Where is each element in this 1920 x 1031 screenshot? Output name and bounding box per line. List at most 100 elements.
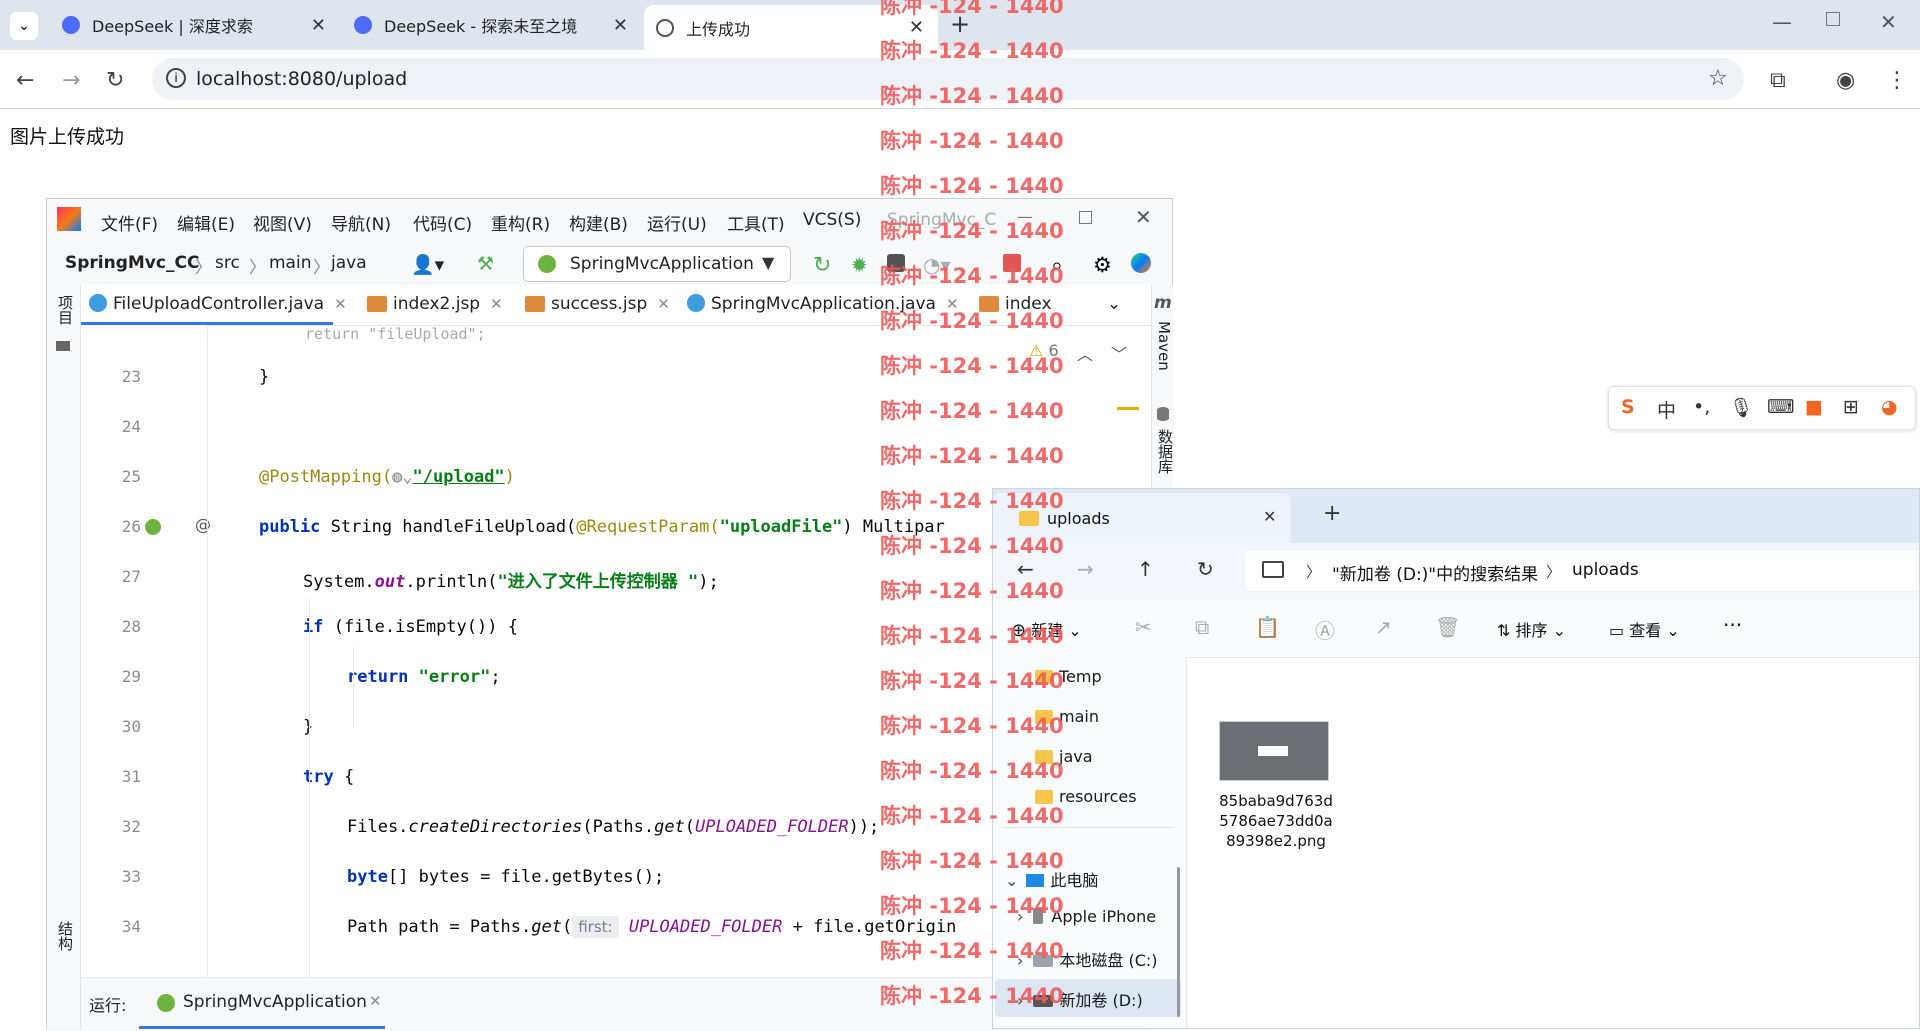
keyboard-icon[interactable]: ⌨ <box>1767 396 1794 418</box>
restore-icon[interactable] <box>1079 211 1092 224</box>
tool-structure[interactable]: 结构 <box>55 921 76 951</box>
grid-icon[interactable]: ⊞ <box>1843 396 1859 418</box>
minimize-icon[interactable]: — <box>1772 10 1792 34</box>
restore-icon[interactable] <box>1826 12 1840 26</box>
tool-database[interactable]: 数据库 <box>1155 429 1176 474</box>
breadcrumb-main[interactable]: main <box>269 253 311 273</box>
breadcrumb-src[interactable]: src <box>215 253 240 273</box>
path-segment-uploads[interactable]: uploads <box>1572 560 1639 580</box>
menu-run[interactable]: 运行(U) <box>647 210 707 235</box>
code-line-32[interactable]: Files.createDirectories(Paths.get(UPLOAD… <box>347 817 879 837</box>
chevron-down-icon[interactable]: ﹀ <box>1111 341 1127 365</box>
run-config-select[interactable]: SpringMvcApplication ▼ <box>523 246 791 282</box>
close-icon[interactable]: ✕ <box>613 15 628 36</box>
chevron-down-icon[interactable]: ⌄ <box>1107 294 1121 314</box>
browser-tab-1[interactable]: DeepSeek | 深度求索 ✕ <box>50 5 340 45</box>
tab-index2[interactable]: index2.jsp ✕ <box>367 294 503 314</box>
tool-maven[interactable]: Maven <box>1155 321 1173 371</box>
more-icon[interactable]: ··· <box>1723 613 1742 637</box>
breadcrumb-java[interactable]: java <box>331 253 367 273</box>
menu-icon[interactable]: ⋮ <box>1886 68 1908 93</box>
code-line-23[interactable]: } <box>259 367 269 387</box>
tab-fileuploadcontroller[interactable]: FileUploadController.java ✕ <box>89 294 347 314</box>
ime-lang-toggle[interactable]: 中 <box>1657 396 1676 423</box>
tool-project[interactable]: 项目 <box>55 295 76 325</box>
close-window-icon[interactable]: ✕ <box>1135 205 1152 229</box>
refresh-icon[interactable]: ↻ <box>1197 557 1214 581</box>
forward-icon[interactable]: → <box>1077 557 1094 581</box>
sort-button[interactable]: ⇅ 排序 ⌄ <box>1497 617 1566 641</box>
user-icon[interactable]: 👤▾ <box>411 253 444 276</box>
run-tab[interactable]: SpringMvcApplication <box>183 992 367 1012</box>
menu-edit[interactable]: 编辑(E) <box>177 210 235 235</box>
forward-icon[interactable]: → <box>62 68 80 93</box>
at-mapping-icon[interactable]: @ <box>195 515 211 534</box>
code-line-29[interactable]: return "error"; <box>347 667 501 687</box>
mascot-icon[interactable]: ◕ <box>1881 396 1898 418</box>
watermark-text: 陈冲 -124 - 1440 <box>880 669 1064 693</box>
copy-icon[interactable]: ⧉ <box>1195 615 1209 639</box>
watermark-text: 陈冲 -124 - 1440 <box>880 354 1064 378</box>
bookmark-star-icon[interactable]: ☆ <box>1708 66 1728 91</box>
code-line-33[interactable]: byte[] bytes = file.getBytes(); <box>347 867 664 887</box>
menu-view[interactable]: 视图(V) <box>253 210 312 235</box>
debug-icon[interactable]: ✹ <box>851 253 873 277</box>
new-tab-button[interactable]: + <box>1323 501 1341 526</box>
tab-success[interactable]: success.jsp ✕ <box>525 294 670 314</box>
tab-search-button[interactable]: ⌄ <box>10 12 38 40</box>
menu-refactor[interactable]: 重构(R) <box>491 210 550 235</box>
line-number: 28 <box>121 617 141 636</box>
cut-icon[interactable]: ✂ <box>1135 615 1152 639</box>
spring-icon <box>157 994 175 1012</box>
code-line-26[interactable]: public String handleFileUpload(@RequestP… <box>259 517 945 537</box>
menu-tools[interactable]: 工具(T) <box>727 210 785 235</box>
menu-file[interactable]: 文件(F) <box>101 210 158 235</box>
code-line-27[interactable]: System.out.println("进入了文件上传控制器 "); <box>303 567 719 592</box>
extensions-icon[interactable]: ⧉ <box>1770 68 1786 93</box>
view-button[interactable]: ▭ 查看 ⌄ <box>1609 617 1680 641</box>
tab-title: 上传成功 <box>686 19 751 39</box>
close-icon[interactable]: ✕ <box>1263 507 1276 526</box>
plugin-icon[interactable] <box>1131 253 1151 273</box>
back-icon[interactable]: ← <box>16 68 34 93</box>
gear-icon[interactable]: ⚙ <box>1093 253 1115 277</box>
nav-scrollbar[interactable] <box>1177 867 1180 1017</box>
close-icon[interactable]: ✕ <box>369 992 382 1010</box>
rerun-icon[interactable]: ↻ <box>813 253 835 278</box>
share-icon[interactable]: ↗ <box>1375 615 1392 639</box>
reload-icon[interactable]: ↻ <box>106 68 124 93</box>
profile-icon[interactable]: ◉ <box>1836 68 1855 93</box>
menu-vcs[interactable]: VCS(S) <box>803 210 861 230</box>
sort-icon: ⇅ <box>1497 621 1511 640</box>
breadcrumb-project[interactable]: SpringMvc_CC <box>65 253 199 273</box>
skin-icon[interactable]: ■ <box>1805 396 1823 418</box>
chevron-up-icon[interactable]: ︿ <box>1077 341 1093 365</box>
delete-icon[interactable]: 🗑 <box>1435 615 1460 639</box>
close-icon[interactable]: ✕ <box>490 295 503 313</box>
close-icon[interactable]: ✕ <box>657 295 670 313</box>
rename-icon[interactable]: Ⓐ <box>1315 615 1335 644</box>
explorer-address-bar[interactable]: 〉 "新加卷 (D:)"中的搜索结果 〉 uploads <box>1246 551 1919 591</box>
code-line-25[interactable]: @PostMapping(◍⌄"/upload") <box>259 467 515 487</box>
hammer-icon[interactable]: ⚒ <box>477 253 494 275</box>
path-segment-search[interactable]: "新加卷 (D:)"中的搜索结果 <box>1332 560 1538 585</box>
code-line-31[interactable]: try { <box>303 767 354 787</box>
paste-icon[interactable]: 📋 <box>1255 615 1280 639</box>
browser-tab-2[interactable]: DeepSeek - 探索未至之境 ✕ <box>342 5 642 45</box>
punctuation-icon[interactable]: •, <box>1693 396 1710 418</box>
mic-icon[interactable]: 🎙 <box>1729 396 1753 419</box>
up-icon[interactable]: ↑ <box>1137 557 1154 581</box>
site-info-icon[interactable]: i <box>166 68 186 88</box>
menu-code[interactable]: 代码(C) <box>413 210 472 235</box>
file-item[interactable]: 85baba9d763d 5786ae73dd0a 89398e2.png <box>1211 721 1341 851</box>
close-icon[interactable]: ✕ <box>334 295 347 313</box>
close-icon[interactable]: ✕ <box>311 15 326 36</box>
close-window-icon[interactable]: ✕ <box>1880 10 1897 34</box>
code-line-34[interactable]: Path path = Paths.get(first: UPLOADED_FO… <box>347 916 956 938</box>
menu-navigate[interactable]: 导航(N) <box>331 210 391 235</box>
sogou-icon[interactable]: S <box>1621 396 1635 418</box>
menu-build[interactable]: 构建(B) <box>569 210 628 235</box>
code-line-22[interactable]: return "fileUpload"; <box>305 325 486 343</box>
code-line-28[interactable]: if (file.isEmpty()) { <box>303 617 518 637</box>
spring-bean-icon[interactable] <box>145 519 161 535</box>
